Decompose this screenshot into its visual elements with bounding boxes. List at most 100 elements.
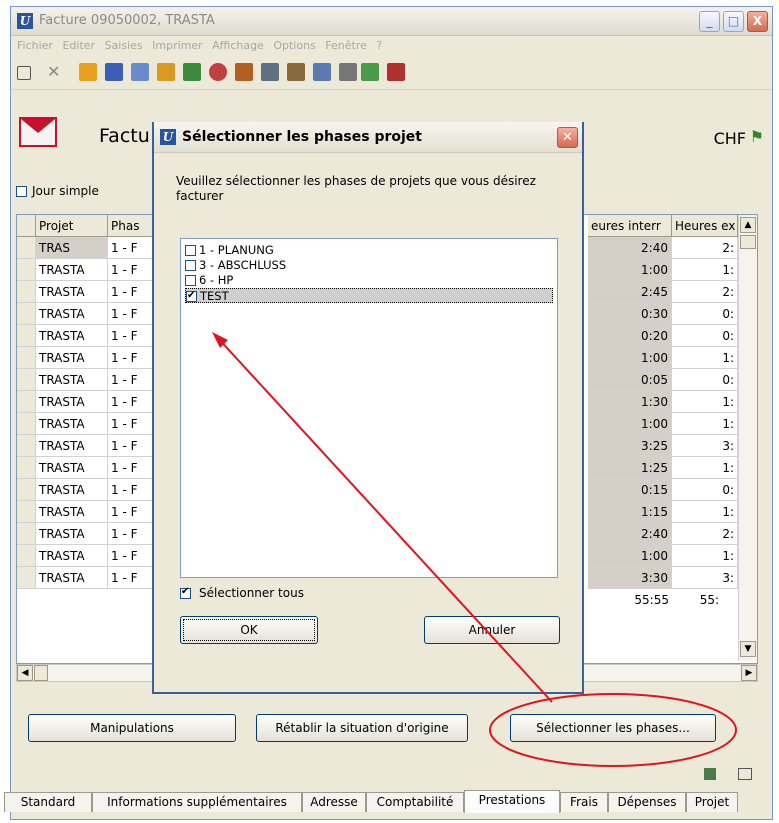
transfer-icon[interactable]: [387, 63, 405, 81]
cell-projet[interactable]: TRASTA: [36, 479, 108, 501]
invoice-icon[interactable]: [235, 63, 253, 81]
cell-projet[interactable]: TRASTA: [36, 413, 108, 435]
document-icon[interactable]: [261, 63, 279, 81]
column-header-phase[interactable]: Phas: [108, 215, 158, 237]
row-selector[interactable]: [17, 325, 36, 347]
menu-help[interactable]: ?: [376, 37, 382, 55]
maximize-button[interactable]: □: [723, 11, 744, 32]
export-icon[interactable]: [361, 63, 379, 81]
row-selector[interactable]: [17, 545, 36, 567]
scroll-thumb[interactable]: [740, 235, 756, 249]
row-selector[interactable]: [17, 259, 36, 281]
menu-imprimer[interactable]: Imprimer: [152, 37, 203, 55]
menu-fichier[interactable]: Fichier: [17, 37, 53, 55]
cell-heures-internes[interactable]: 1:00: [588, 259, 672, 281]
tab-depenses[interactable]: Dépenses: [608, 792, 686, 812]
scroll-left-icon[interactable]: ◀: [17, 665, 33, 681]
jour-simple-checkbox[interactable]: [16, 186, 27, 197]
row-selector[interactable]: [17, 237, 36, 259]
cell-projet[interactable]: TRASTA: [36, 391, 108, 413]
minimize-button[interactable]: _: [699, 11, 720, 32]
row-selector[interactable]: [17, 567, 36, 589]
row-selector[interactable]: [17, 369, 36, 391]
row-selector[interactable]: [17, 391, 36, 413]
column-header-projet[interactable]: Projet: [36, 215, 108, 237]
cell-heures-internes[interactable]: 0:30: [588, 303, 672, 325]
cell-heures-internes[interactable]: 1:30: [588, 391, 672, 413]
dialog-title-bar[interactable]: U Sélectionner les phases projet ✕: [154, 122, 582, 153]
cell-heures-externes[interactable]: 0:: [672, 479, 738, 501]
person-icon[interactable]: [79, 63, 97, 81]
jour-simple-option[interactable]: Jour simple: [16, 184, 99, 198]
cell-projet[interactable]: TRASTA: [36, 501, 108, 523]
cell-heures-externes[interactable]: 1:: [672, 391, 738, 413]
clock-icon[interactable]: [209, 63, 227, 81]
scroll-down-icon[interactable]: ▼: [740, 641, 756, 657]
ok-button[interactable]: OK: [180, 616, 318, 644]
cell-projet[interactable]: TRASTA: [36, 523, 108, 545]
select-all-option[interactable]: Sélectionner tous: [180, 586, 304, 600]
row-selector[interactable]: [17, 523, 36, 545]
cell-projet[interactable]: TRASTA: [36, 545, 108, 567]
select-all-checkbox[interactable]: [180, 586, 191, 599]
cell-heures-externes[interactable]: 1:: [672, 259, 738, 281]
selectionner-phases-button[interactable]: Sélectionner les phases...: [510, 714, 716, 742]
cell-phase[interactable]: 1 - F: [108, 413, 158, 435]
cell-heures-externes[interactable]: 1:: [672, 413, 738, 435]
cell-heures-externes[interactable]: 0:: [672, 303, 738, 325]
cell-heures-internes[interactable]: 0:05: [588, 369, 672, 391]
cell-heures-internes[interactable]: 1:00: [588, 347, 672, 369]
column-header-heures-internes[interactable]: eures interr: [588, 215, 672, 237]
cell-heures-internes[interactable]: 0:20: [588, 325, 672, 347]
cell-heures-externes[interactable]: 2:: [672, 281, 738, 303]
row-selector[interactable]: [17, 435, 36, 457]
cell-projet[interactable]: TRASTA: [36, 369, 108, 391]
tree-icon[interactable]: [17, 66, 31, 80]
row-selector[interactable]: [17, 457, 36, 479]
cell-heures-internes[interactable]: 3:30: [588, 567, 672, 589]
phase-checkbox[interactable]: [185, 275, 196, 286]
row-selector[interactable]: [17, 303, 36, 325]
dialog-close-button[interactable]: ✕: [557, 127, 578, 148]
cell-heures-internes[interactable]: 0:15: [588, 479, 672, 501]
stop-icon[interactable]: [339, 63, 357, 81]
row-selector[interactable]: [17, 479, 36, 501]
cell-heures-internes[interactable]: 1:00: [588, 545, 672, 567]
cell-heures-externes[interactable]: 0:: [672, 369, 738, 391]
cell-heures-externes[interactable]: 1:: [672, 347, 738, 369]
cell-heures-externes[interactable]: 1:: [672, 501, 738, 523]
cell-projet[interactable]: TRASTA: [36, 435, 108, 457]
menu-saisies[interactable]: Saisies: [105, 37, 143, 55]
cell-phase[interactable]: 1 - F: [108, 479, 158, 501]
report-icon[interactable]: [313, 63, 331, 81]
cell-phase[interactable]: 1 - F: [108, 545, 158, 567]
cell-projet[interactable]: TRASTA: [36, 303, 108, 325]
cell-heures-internes[interactable]: 3:25: [588, 435, 672, 457]
vertical-scrollbar[interactable]: ▲ ▼: [738, 215, 757, 661]
cell-phase[interactable]: 1 - F: [108, 523, 158, 545]
cell-heures-externes[interactable]: 3:: [672, 435, 738, 457]
scroll-right-icon[interactable]: ▶: [741, 665, 757, 681]
cell-phase[interactable]: 1 - F: [108, 391, 158, 413]
row-selector[interactable]: [17, 501, 36, 523]
title-bar[interactable]: U Facture 09050002, TRASTA _ □ X: [11, 7, 772, 36]
menu-affichage[interactable]: Affichage: [212, 37, 264, 55]
menu-fenetre[interactable]: Fenêtre: [325, 37, 367, 55]
cell-heures-externes[interactable]: 2:: [672, 237, 738, 259]
cell-heures-externes[interactable]: 3:: [672, 567, 738, 589]
notes-icon[interactable]: [287, 63, 305, 81]
cell-phase[interactable]: 1 - F: [108, 281, 158, 303]
cell-heures-internes[interactable]: 2:45: [588, 281, 672, 303]
cell-heures-internes[interactable]: 1:25: [588, 457, 672, 479]
cell-heures-externes[interactable]: 1:: [672, 457, 738, 479]
cell-phase[interactable]: 1 - F: [108, 369, 158, 391]
phase-checkbox[interactable]: [185, 260, 196, 271]
scroll-up-icon[interactable]: ▲: [740, 217, 756, 233]
cancel-button[interactable]: Annuler: [424, 616, 560, 644]
building-icon[interactable]: [105, 63, 123, 81]
retablir-button[interactable]: Rétablir la situation d'origine: [256, 714, 468, 742]
cell-heures-externes[interactable]: 2:: [672, 523, 738, 545]
cell-heures-internes[interactable]: 1:15: [588, 501, 672, 523]
cell-heures-internes[interactable]: 2:40: [588, 237, 672, 259]
cell-heures-internes[interactable]: 2:40: [588, 523, 672, 545]
